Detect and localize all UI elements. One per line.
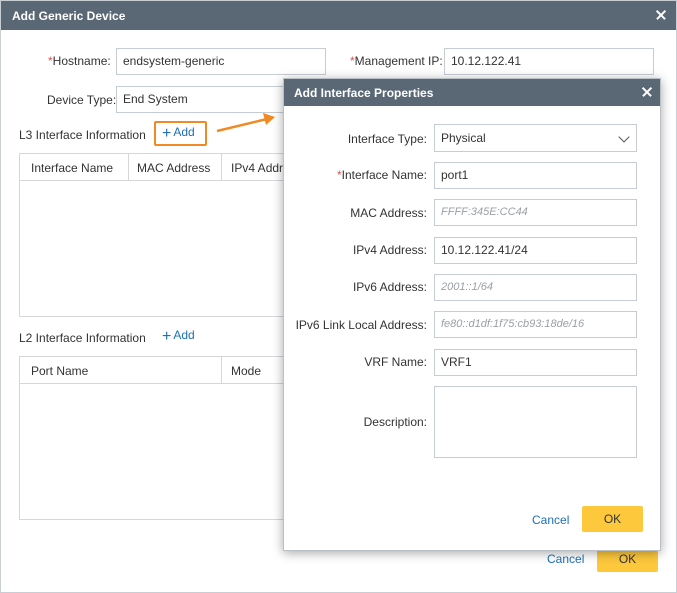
column-header[interactable]: MAC Address (137, 161, 210, 175)
interface-name-label: *Interface Name: (336, 168, 427, 182)
mac-address-input[interactable]: FFFF:345E:CC44 (434, 199, 637, 226)
dialog-cancel-button[interactable]: Cancel (547, 552, 584, 566)
management-ip-input[interactable]: 10.12.122.41 (444, 48, 654, 75)
column-header[interactable]: Mode (231, 364, 261, 378)
l2-table-header: Port Name Mode (20, 357, 288, 384)
vrf-name-label: VRF Name: (364, 355, 427, 369)
highlight-annotation (154, 121, 207, 146)
description-label: Description: (363, 415, 427, 429)
l2-add-button[interactable]: + Add (162, 328, 195, 346)
close-icon[interactable] (637, 82, 657, 102)
modal-header: Add Interface Properties (284, 79, 660, 106)
management-ip-label: *Management IP: (350, 54, 443, 68)
device-type-label: Device Type: (47, 93, 117, 107)
l3-table-header: Interface Name MAC Address IPv4 Addre (20, 154, 290, 181)
add-interface-properties-modal: Add Interface Properties Interface Type:… (283, 78, 661, 551)
dialog-header: Add Generic Device (1, 1, 676, 30)
hostname-label: *Hostname: (48, 54, 111, 68)
description-textarea[interactable] (434, 386, 637, 458)
close-icon[interactable] (651, 5, 671, 25)
vrf-name-input[interactable]: VRF1 (434, 349, 637, 376)
interface-name-input[interactable]: port1 (434, 162, 637, 189)
l2-section-label: L2 Interface Information (19, 331, 146, 345)
l2-interface-table: Port Name Mode (19, 356, 289, 520)
ipv4-address-input[interactable]: 10.12.122.41/24 (434, 237, 637, 264)
ipv6-link-local-label: IPv6 Link Local Address: (295, 318, 427, 332)
arrow-annotation-icon (216, 113, 275, 133)
ipv6-address-input[interactable]: 2001::1/64 (434, 274, 637, 301)
dialog-title: Add Generic Device (12, 9, 126, 23)
ipv4-address-label: IPv4 Address: (352, 243, 427, 257)
device-type-select[interactable]: End System (116, 86, 291, 113)
modal-title: Add Interface Properties (294, 86, 434, 100)
mac-address-label: MAC Address: (350, 206, 427, 220)
column-header[interactable]: IPv4 Addre (231, 161, 290, 175)
modal-ok-button[interactable]: OK (582, 506, 643, 532)
hostname-input[interactable]: endsystem-generic (116, 48, 326, 75)
ipv6-link-local-input[interactable]: fe80::d1df:1f75:cb93:18de/16 (434, 311, 637, 338)
modal-cancel-button[interactable]: Cancel (532, 513, 569, 527)
interface-type-value: Physical (441, 131, 486, 145)
column-header[interactable]: Interface Name (31, 161, 113, 175)
l3-interface-table: Interface Name MAC Address IPv4 Addre (19, 153, 290, 317)
interface-type-select[interactable]: Physical (434, 124, 637, 152)
chevron-down-icon (618, 131, 630, 143)
l3-section-label: L3 Interface Information (19, 128, 146, 142)
interface-type-label: Interface Type: (347, 132, 427, 146)
plus-icon: + (162, 328, 172, 345)
column-header[interactable]: Port Name (31, 364, 88, 378)
ipv6-address-label: IPv6 Address: (352, 280, 427, 294)
